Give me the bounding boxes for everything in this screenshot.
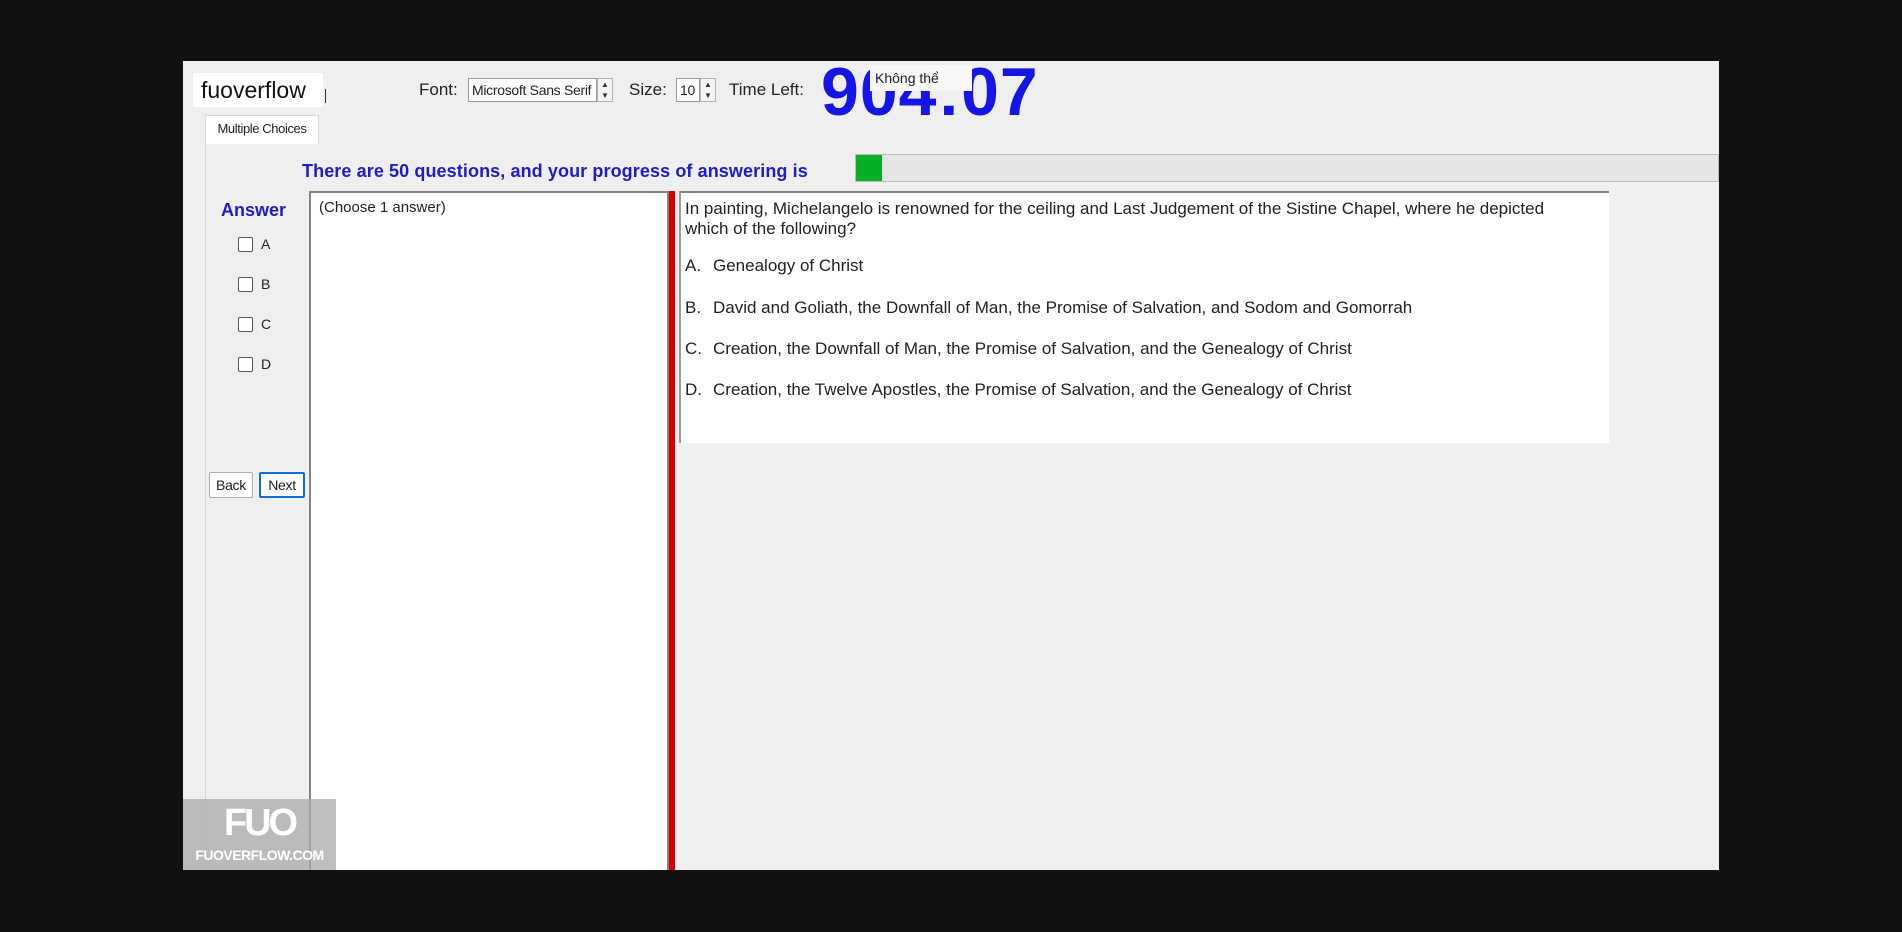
choice-key: B. bbox=[685, 298, 702, 317]
answer-checkbox-b[interactable] bbox=[238, 277, 253, 292]
next-button[interactable]: Next bbox=[259, 472, 305, 498]
answer-title: Answer bbox=[221, 200, 287, 220]
exam-window: fuoverflow Font: Microsoft Sans Serif ▲ … bbox=[183, 61, 1719, 870]
back-button[interactable]: Back bbox=[209, 472, 253, 498]
chevron-up-icon[interactable]: ▲ bbox=[701, 79, 715, 90]
question-pane: In painting, Michelangelo is renowned fo… bbox=[679, 191, 1609, 443]
choice-text: Creation, the Twelve Apostles, the Promi… bbox=[713, 380, 1352, 399]
size-label: Size: bbox=[629, 80, 667, 99]
answer-pane[interactable]: (Choose 1 answer) bbox=[309, 191, 669, 870]
watermark-site: FUOVERFLOW.COM bbox=[195, 847, 324, 863]
font-select[interactable]: Microsoft Sans Serif bbox=[468, 78, 597, 102]
progress-bar-fill bbox=[856, 155, 882, 181]
answer-checkbox-d[interactable] bbox=[238, 357, 253, 372]
choice-a: A. Genealogy of Christ bbox=[685, 256, 863, 276]
pane-splitter[interactable] bbox=[669, 191, 675, 870]
tooltip: Không thể bbox=[870, 65, 972, 91]
watermark: FUO FUOVERFLOW.COM bbox=[183, 799, 336, 870]
font-label: Font: bbox=[419, 80, 458, 99]
time-left-label: Time Left: bbox=[729, 80, 804, 99]
text-cursor bbox=[325, 89, 326, 103]
answer-checkbox-c[interactable] bbox=[238, 317, 253, 332]
question-text: In painting, Michelangelo is renowned fo… bbox=[685, 199, 1545, 238]
choice-key: D. bbox=[685, 380, 702, 399]
tab-multiple-choices[interactable]: Multiple Choices bbox=[205, 115, 319, 144]
choice-text: Genealogy of Christ bbox=[713, 256, 864, 275]
size-spinner[interactable]: ▲ ▼ bbox=[700, 78, 716, 102]
chevron-down-icon[interactable]: ▼ bbox=[701, 90, 715, 101]
choice-c: C. Creation, the Downfall of Man, the Pro… bbox=[685, 339, 1352, 359]
progress-bar bbox=[855, 154, 1719, 182]
choice-b: B. David and Goliath, the Downfall of Man… bbox=[685, 298, 1412, 318]
answer-label-d: D bbox=[261, 356, 272, 372]
choice-key: C. bbox=[685, 339, 702, 358]
choice-text: David and Goliath, the Downfall of Man, … bbox=[713, 298, 1413, 317]
brand-label: fuoverflow bbox=[193, 73, 323, 107]
choice-d: D. Creation, the Twelve Apostles, the Pro… bbox=[685, 380, 1352, 400]
chevron-up-icon[interactable]: ▲ bbox=[598, 79, 612, 90]
toolbar: fuoverflow Font: Microsoft Sans Serif ▲ … bbox=[183, 61, 1719, 130]
progress-text: There are 50 questions, and your progres… bbox=[302, 161, 808, 181]
answer-hint: (Choose 1 answer) bbox=[319, 199, 446, 216]
chevron-down-icon[interactable]: ▼ bbox=[598, 90, 612, 101]
size-input[interactable]: 10 bbox=[676, 78, 700, 102]
choice-text: Creation, the Downfall of Man, the Promi… bbox=[713, 339, 1352, 358]
answer-label-a: A bbox=[261, 236, 271, 252]
font-spinner[interactable]: ▲ ▼ bbox=[597, 78, 613, 102]
choice-key: A. bbox=[685, 256, 702, 275]
answer-label-b: B bbox=[261, 276, 271, 292]
answer-label-c: C bbox=[261, 316, 272, 332]
answer-checkbox-a[interactable] bbox=[238, 237, 253, 252]
watermark-logo: FUO bbox=[223, 802, 298, 844]
